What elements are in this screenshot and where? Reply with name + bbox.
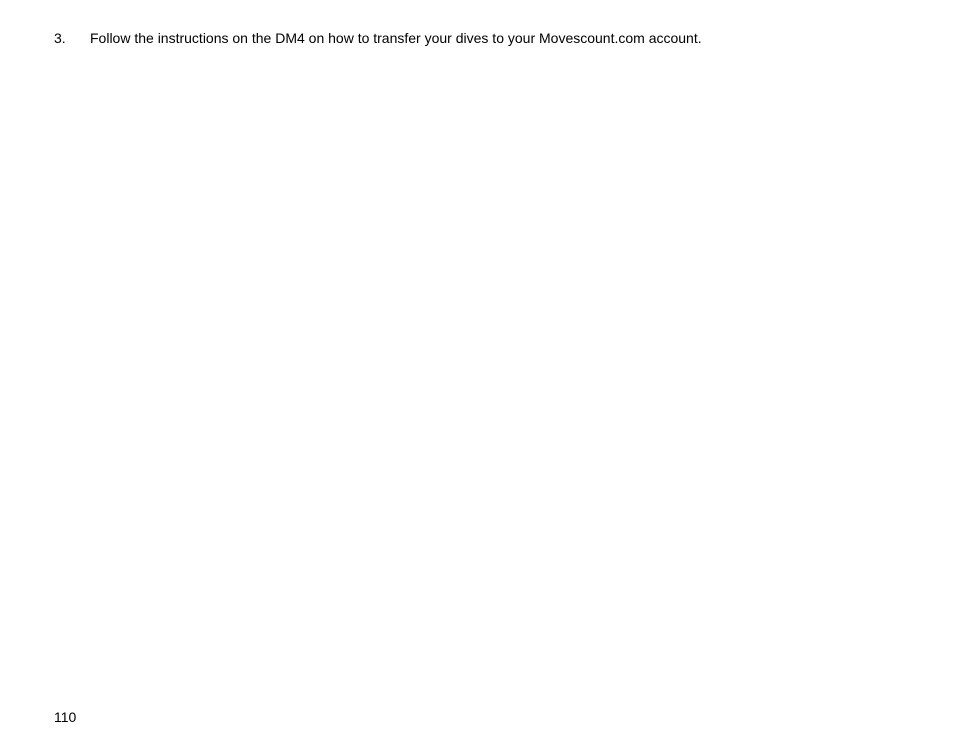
page-number: 110 — [54, 707, 76, 728]
content-area: 3. Follow the instructions on the DM4 on… — [54, 28, 900, 728]
list-item: 3. Follow the instructions on the DM4 on… — [54, 28, 900, 49]
list-number: 3. — [54, 28, 90, 49]
list-text: Follow the instructions on the DM4 on ho… — [90, 28, 900, 49]
page: 3. Follow the instructions on the DM4 on… — [0, 0, 954, 756]
